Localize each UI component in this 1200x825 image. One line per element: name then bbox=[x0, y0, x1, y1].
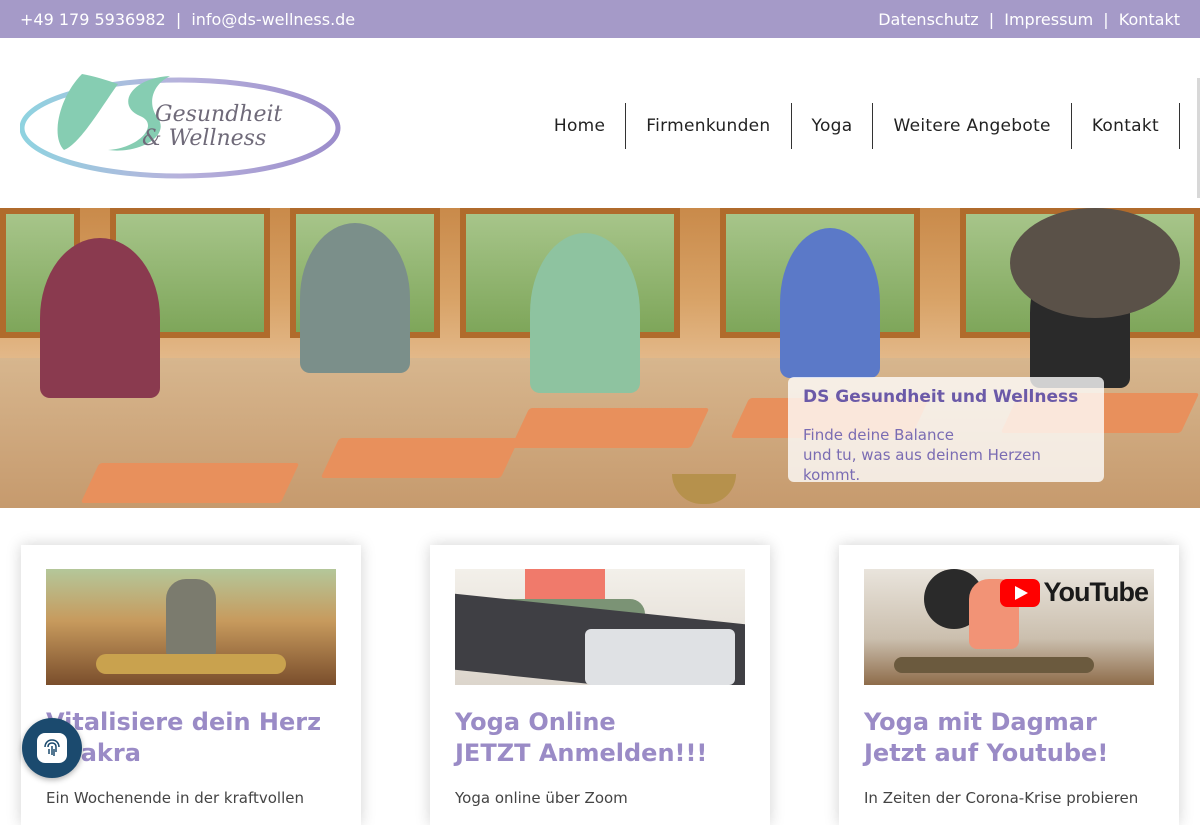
nav-weitere-angebote[interactable]: Weitere Angebote bbox=[873, 103, 1072, 149]
card-title-line-2: JETZT Anmelden!!! bbox=[455, 739, 708, 767]
meditating-person bbox=[166, 579, 216, 659]
hero-title: DS Gesundheit und Wellness bbox=[803, 387, 1079, 407]
phone-link[interactable]: +49 179 5936982 bbox=[20, 10, 166, 29]
card-title: Yoga Online JETZT Anmelden!!! bbox=[455, 707, 755, 769]
nav-firmenkunden[interactable]: Firmenkunden bbox=[626, 103, 792, 149]
card-image[interactable]: YouTube bbox=[864, 569, 1154, 685]
card-youtube[interactable]: YouTube Yoga mit Dagmar Jetzt auf Youtub… bbox=[839, 545, 1179, 825]
kontakt-link[interactable]: Kontakt bbox=[1119, 10, 1180, 29]
legal-links: Datenschutz | Impressum | Kontakt bbox=[878, 10, 1180, 29]
yoga-person bbox=[300, 223, 410, 373]
youtube-logo: YouTube bbox=[999, 577, 1149, 608]
card-image[interactable] bbox=[46, 569, 336, 685]
card-title-line-2: Jetzt auf Youtube! bbox=[864, 739, 1109, 767]
yoga-mat bbox=[320, 438, 520, 478]
fingerprint-icon bbox=[37, 733, 67, 763]
logo-line-1: Gesundheit bbox=[155, 102, 283, 127]
card-title-line-1: Yoga mit Dagmar bbox=[864, 708, 1097, 736]
card-herz-chakra[interactable]: Vitalisiere dein Herz Chakra Ein Wochene… bbox=[21, 545, 361, 825]
main-nav: Home Firmenkunden Yoga Weitere Angebote … bbox=[534, 103, 1180, 149]
email-link[interactable]: info@ds-wellness.de bbox=[191, 10, 355, 29]
laptop bbox=[585, 629, 735, 685]
yoga-mat bbox=[510, 408, 710, 448]
site-logo[interactable]: Gesundheit & Wellness bbox=[19, 66, 345, 181]
nav-home[interactable]: Home bbox=[534, 103, 627, 149]
card-title-line-1: Yoga Online bbox=[455, 708, 616, 736]
hero-line-1: Finde deine Balance bbox=[803, 426, 954, 444]
contact-info: +49 179 5936982 | info@ds-wellness.de bbox=[20, 10, 355, 29]
card-title-line-1: Vitalisiere dein Herz bbox=[46, 708, 322, 736]
privacy-fab-button[interactable] bbox=[22, 718, 82, 778]
yoga-mat bbox=[80, 463, 300, 503]
singing-bowls bbox=[894, 657, 1094, 673]
play-icon bbox=[999, 578, 1040, 607]
card-text: In Zeiten der Corona-Krise probieren bbox=[864, 789, 1139, 807]
yoga-person bbox=[780, 228, 880, 378]
card-title: Yoga mit Dagmar Jetzt auf Youtube! bbox=[864, 707, 1164, 769]
separator: | bbox=[988, 9, 995, 29]
fingerprint-graphic bbox=[44, 739, 60, 756]
card-image[interactable] bbox=[455, 569, 745, 685]
site-header: Gesundheit & Wellness Home Firmenkunden … bbox=[0, 38, 1200, 208]
card-text: Yoga online über Zoom bbox=[455, 789, 628, 807]
nav-yoga[interactable]: Yoga bbox=[792, 103, 874, 149]
singing-bowls bbox=[96, 654, 286, 674]
hero-caption: DS Gesundheit und Wellness Finde deine B… bbox=[788, 377, 1104, 485]
card-text: Ein Wochenende in der kraftvollen bbox=[46, 789, 304, 807]
logo-line-2: & Wellness bbox=[142, 126, 267, 151]
card-yoga-online[interactable]: Yoga Online JETZT Anmelden!!! Yoga onlin… bbox=[430, 545, 770, 825]
hero-text: Finde deine Balance und tu, was aus dein… bbox=[803, 425, 1089, 485]
datenschutz-link[interactable]: Datenschutz bbox=[878, 10, 978, 29]
nav-kontakt[interactable]: Kontakt bbox=[1072, 103, 1180, 149]
yoga-person bbox=[40, 238, 160, 398]
yoga-person bbox=[530, 233, 640, 393]
separator: | bbox=[175, 9, 182, 29]
youtube-wordmark: YouTube bbox=[1043, 577, 1149, 607]
top-bar: +49 179 5936982 | info@ds-wellness.de Da… bbox=[0, 0, 1200, 38]
hero-line-2: und tu, was aus deinem Herzen kommt. bbox=[803, 446, 1041, 484]
card-title: Vitalisiere dein Herz Chakra bbox=[46, 707, 346, 769]
gong bbox=[1010, 208, 1180, 318]
impressum-link[interactable]: Impressum bbox=[1004, 10, 1093, 29]
separator: | bbox=[1103, 9, 1109, 29]
card-title-line-2: Chakra bbox=[46, 739, 141, 767]
